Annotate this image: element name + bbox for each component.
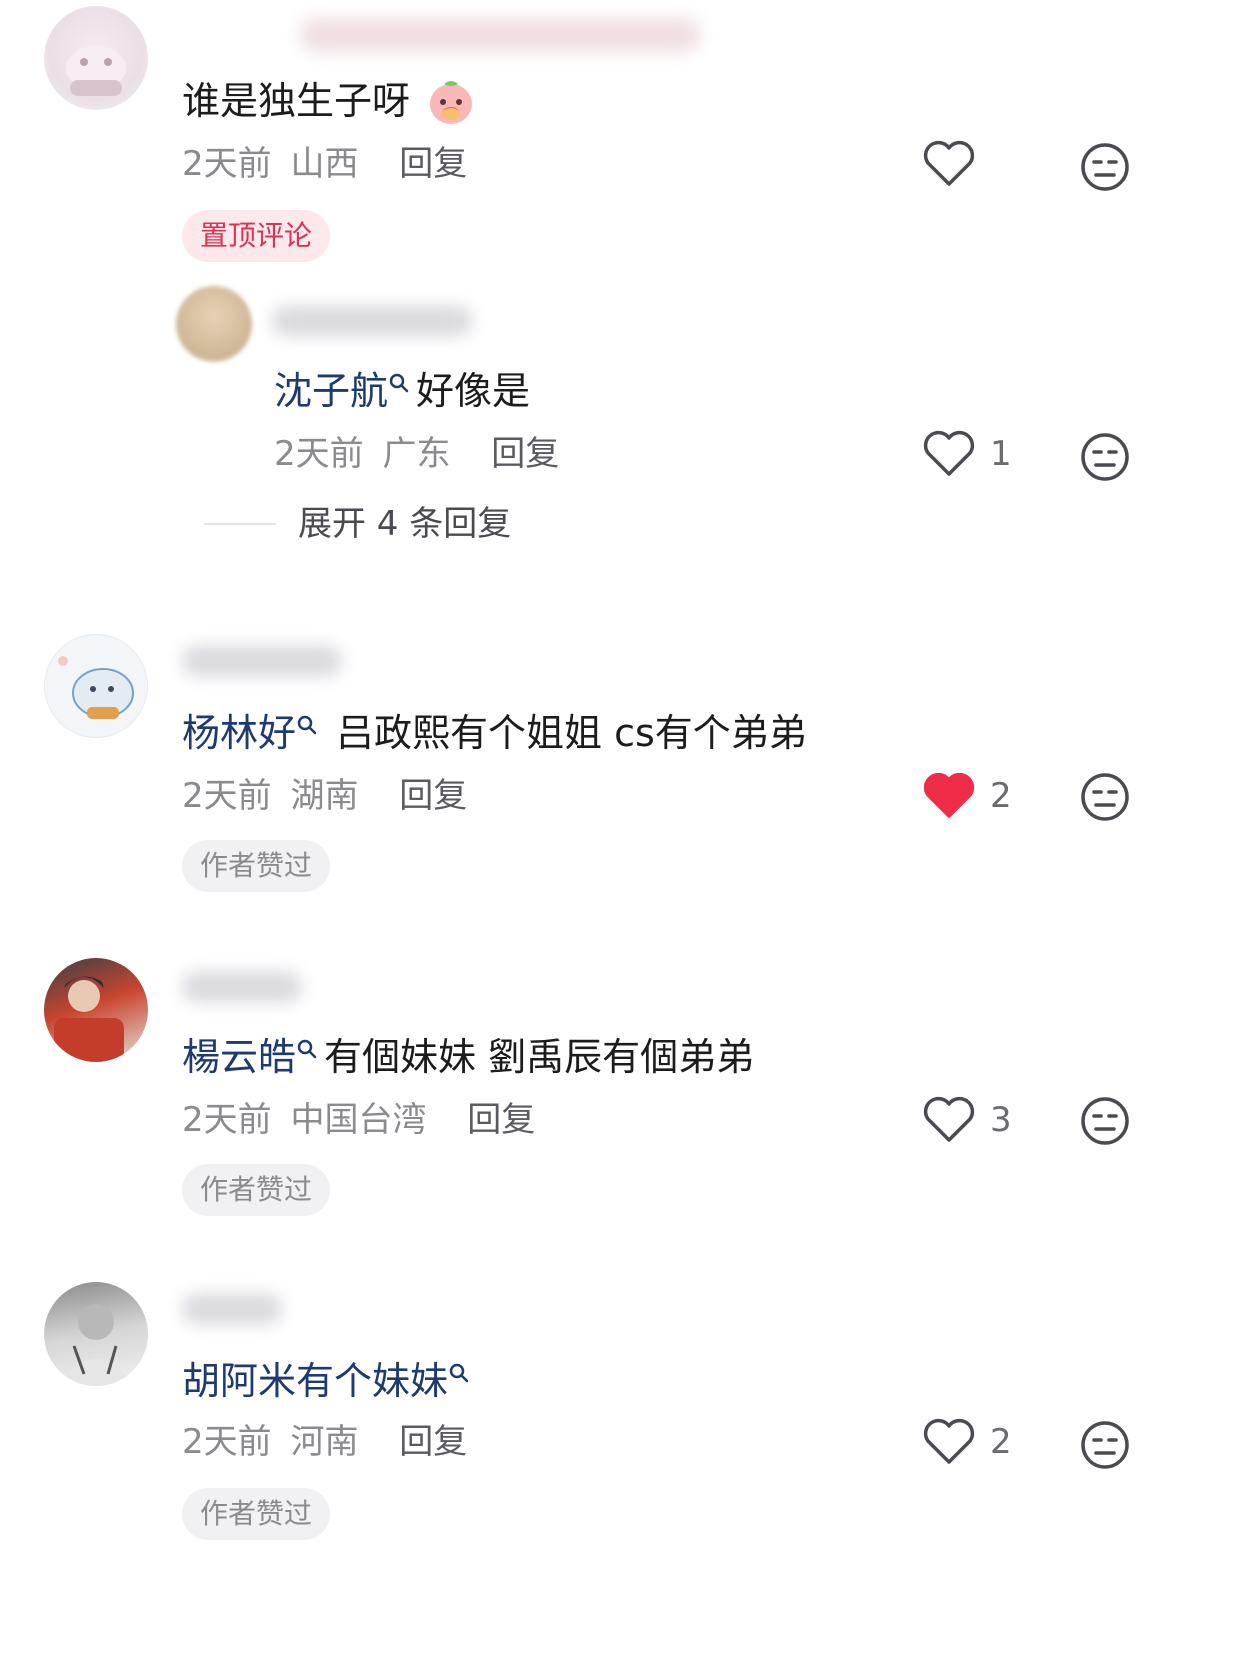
search-mini-icon <box>449 1363 469 1383</box>
search-mini-icon <box>389 373 409 393</box>
comment-location: 中国台湾 <box>290 1100 427 1140</box>
avatar-illustration <box>54 976 124 1062</box>
reply-button[interactable]: 回复 <box>491 432 559 476</box>
like-button[interactable]: 1 <box>922 430 1012 478</box>
dislike-button[interactable] <box>1080 142 1130 196</box>
username-blurred[interactable] <box>300 18 700 52</box>
comment-time: 2天前 <box>182 1422 272 1462</box>
reply-avatar[interactable] <box>176 286 252 362</box>
reply-location: 广东 <box>382 434 451 474</box>
username-blurred[interactable] <box>182 972 302 1002</box>
avatar-illustration <box>58 656 134 719</box>
heart-outline-icon <box>923 430 975 476</box>
like-button[interactable]: 2 <box>922 1418 1012 1466</box>
mention-link[interactable]: 杨林好 <box>182 711 296 755</box>
like-button[interactable] <box>922 140 976 188</box>
comment-text: 有個妹妹 劉禹辰有個弟弟 <box>324 1035 755 1079</box>
heart-outline-icon <box>923 1096 975 1142</box>
comment-time: 2天前 <box>182 776 272 816</box>
search-mini-icon <box>297 715 317 735</box>
comment-content: 谁是独生子呀 <box>182 76 476 138</box>
comment-time: 2天前 <box>182 144 272 184</box>
avatar-illustration <box>66 46 126 96</box>
neutral-face-icon <box>1081 433 1129 481</box>
like-count: 2 <box>990 1422 1012 1462</box>
mention-link[interactable]: 沈子航 <box>274 369 388 413</box>
reply-time: 2天前 <box>274 434 364 474</box>
avatar[interactable] <box>44 634 148 738</box>
like-count: 2 <box>990 776 1012 816</box>
avatar[interactable] <box>44 1282 148 1386</box>
mention-link[interactable]: 胡阿米有个妹妹 <box>182 1359 448 1403</box>
search-mini-icon <box>297 1039 317 1059</box>
heart-filled-icon <box>923 772 975 818</box>
dislike-button[interactable] <box>1080 1420 1130 1474</box>
comment-location: 湖南 <box>290 776 359 816</box>
dislike-button[interactable] <box>1080 772 1130 826</box>
like-button[interactable]: 3 <box>922 1096 1012 1144</box>
avatar[interactable] <box>44 958 148 1062</box>
comment-content: 楊云皓 有個妹妹 劉禹辰有個弟弟 <box>182 1032 754 1082</box>
dislike-button[interactable] <box>1080 1096 1130 1150</box>
neutral-face-icon <box>1081 1097 1129 1145</box>
reply-button[interactable]: 回复 <box>467 1098 535 1142</box>
heart-outline-icon <box>923 1418 975 1464</box>
dislike-button[interactable] <box>1080 432 1130 486</box>
reply-content: 沈子航 好像是 <box>274 366 530 416</box>
neutral-face-icon <box>1081 1421 1129 1469</box>
divider <box>204 523 276 525</box>
like-count: 3 <box>990 1100 1012 1140</box>
reply-button[interactable]: 回复 <box>399 774 467 818</box>
peach-face-emoji <box>426 76 476 138</box>
expand-replies-button[interactable]: 展开 4 条回复 <box>204 502 511 546</box>
comment-content: 胡阿米有个妹妹 <box>182 1356 476 1406</box>
comment-location: 河南 <box>290 1422 359 1462</box>
username-blurred[interactable] <box>182 1294 282 1324</box>
reply-button[interactable]: 回复 <box>399 142 467 186</box>
username-blurred[interactable] <box>182 646 342 676</box>
author-liked-tag: 作者赞过 <box>182 1488 331 1540</box>
comment-text: 吕政熙有个姐姐 cs有个弟弟 <box>336 711 807 755</box>
neutral-face-icon <box>1081 773 1129 821</box>
like-count: 1 <box>990 434 1012 474</box>
reply-username-blurred[interactable] <box>272 306 472 336</box>
like-button[interactable]: 2 <box>922 772 1012 820</box>
comment-meta: 2天前 河南 回复 <box>182 1420 467 1464</box>
comment-location: 山西 <box>290 144 359 184</box>
avatar-illustration <box>58 1304 134 1386</box>
comment-content: 杨林好 吕政熙有个姐姐 cs有个弟弟 <box>182 708 807 758</box>
author-liked-tag: 作者赞过 <box>182 1164 331 1216</box>
reply-button[interactable]: 回复 <box>399 1420 467 1464</box>
reply-text: 好像是 <box>416 369 531 413</box>
author-liked-tag: 作者赞过 <box>182 840 331 892</box>
comment-time: 2天前 <box>182 1100 272 1140</box>
expand-replies-label: 展开 4 条回复 <box>298 504 512 544</box>
reply-meta: 2天前 广东 回复 <box>274 432 559 476</box>
comment-meta: 2天前 山西 回复 <box>182 142 467 186</box>
avatar[interactable] <box>44 6 148 110</box>
pinned-tag: 置顶评论 <box>182 210 331 262</box>
comment-meta: 2天前 中国台湾 回复 <box>182 1098 535 1142</box>
mention-link[interactable]: 楊云皓 <box>182 1035 296 1079</box>
comment-text: 谁是独生子呀 <box>182 79 411 123</box>
heart-outline-icon <box>923 140 975 186</box>
neutral-face-icon <box>1081 143 1129 191</box>
comment-meta: 2天前 湖南 回复 <box>182 774 467 818</box>
